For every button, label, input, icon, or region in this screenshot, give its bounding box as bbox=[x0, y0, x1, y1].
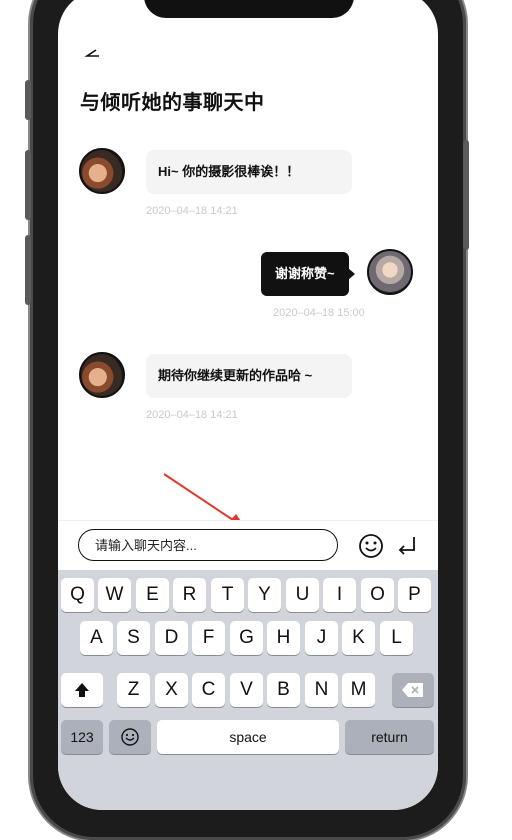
key-s[interactable]: S bbox=[117, 621, 150, 655]
message-timestamp: 2020–04–18 14:21 bbox=[146, 409, 238, 421]
return-key[interactable]: return bbox=[345, 720, 434, 754]
key-l[interactable]: L bbox=[380, 621, 413, 655]
shift-key[interactable] bbox=[61, 673, 103, 707]
keyboard: Q W E R T Y U I O P A S D F G H J K L Z … bbox=[58, 570, 438, 810]
message-timestamp: 2020–04–18 15:00 bbox=[273, 307, 365, 319]
key-r[interactable]: R bbox=[173, 578, 206, 612]
phone-volume-up bbox=[25, 150, 31, 220]
key-i[interactable]: I bbox=[323, 578, 356, 612]
key-j[interactable]: J bbox=[305, 621, 338, 655]
message-bubble-incoming: 期待你继续更新的作品哈 ~ bbox=[146, 354, 352, 398]
notch bbox=[144, 0, 354, 18]
key-t[interactable]: T bbox=[211, 578, 244, 612]
backspace-key[interactable] bbox=[392, 673, 434, 707]
key-z[interactable]: Z bbox=[117, 673, 150, 707]
shift-icon bbox=[75, 682, 89, 697]
keyboard-emoji-key[interactable] bbox=[109, 720, 151, 754]
chat-title: 与倾听她的事聊天中 bbox=[80, 92, 265, 114]
key-o[interactable]: O bbox=[361, 578, 394, 612]
keyboard-emoji-icon bbox=[121, 728, 139, 746]
key-a[interactable]: A bbox=[80, 621, 113, 655]
key-w[interactable]: W bbox=[98, 578, 131, 612]
emoji-icon[interactable] bbox=[358, 533, 384, 559]
phone-volume-down bbox=[25, 235, 31, 305]
back-arrow-icon[interactable] bbox=[82, 48, 100, 60]
avatar[interactable] bbox=[79, 148, 125, 194]
key-y[interactable]: Y bbox=[248, 578, 281, 612]
key-c[interactable]: C bbox=[192, 673, 225, 707]
key-b[interactable]: B bbox=[267, 673, 300, 707]
key-v[interactable]: V bbox=[230, 673, 263, 707]
phone-mute-switch bbox=[25, 80, 31, 120]
key-f[interactable]: F bbox=[192, 621, 225, 655]
avatar[interactable] bbox=[79, 352, 125, 398]
key-u[interactable]: U bbox=[286, 578, 319, 612]
chat-input-bar bbox=[58, 520, 438, 571]
key-p[interactable]: P bbox=[398, 578, 431, 612]
key-h[interactable]: H bbox=[267, 621, 300, 655]
key-m[interactable]: M bbox=[342, 673, 375, 707]
key-k[interactable]: K bbox=[342, 621, 375, 655]
chat-message-input[interactable] bbox=[78, 529, 338, 561]
key-q[interactable]: Q bbox=[61, 578, 94, 612]
numbers-key[interactable]: 123 bbox=[61, 720, 103, 754]
message-bubble-outgoing: 谢谢称赞~ bbox=[261, 252, 355, 296]
phone-power-button bbox=[463, 140, 469, 250]
key-n[interactable]: N bbox=[305, 673, 338, 707]
phone-screen: 与倾听她的事聊天中 Hi~ 你的摄影很棒诶！！ 2020–04–18 14:21… bbox=[58, 0, 438, 810]
message-bubble-incoming: Hi~ 你的摄影很棒诶！！ bbox=[146, 150, 352, 194]
backspace-icon bbox=[402, 682, 423, 697]
space-key[interactable]: space bbox=[157, 720, 339, 754]
message-timestamp: 2020–04–18 14:21 bbox=[146, 205, 238, 217]
send-icon[interactable] bbox=[395, 533, 419, 557]
key-g[interactable]: G bbox=[230, 621, 263, 655]
key-x[interactable]: X bbox=[155, 673, 188, 707]
avatar[interactable] bbox=[367, 249, 413, 295]
key-d[interactable]: D bbox=[155, 621, 188, 655]
key-e[interactable]: E bbox=[136, 578, 169, 612]
